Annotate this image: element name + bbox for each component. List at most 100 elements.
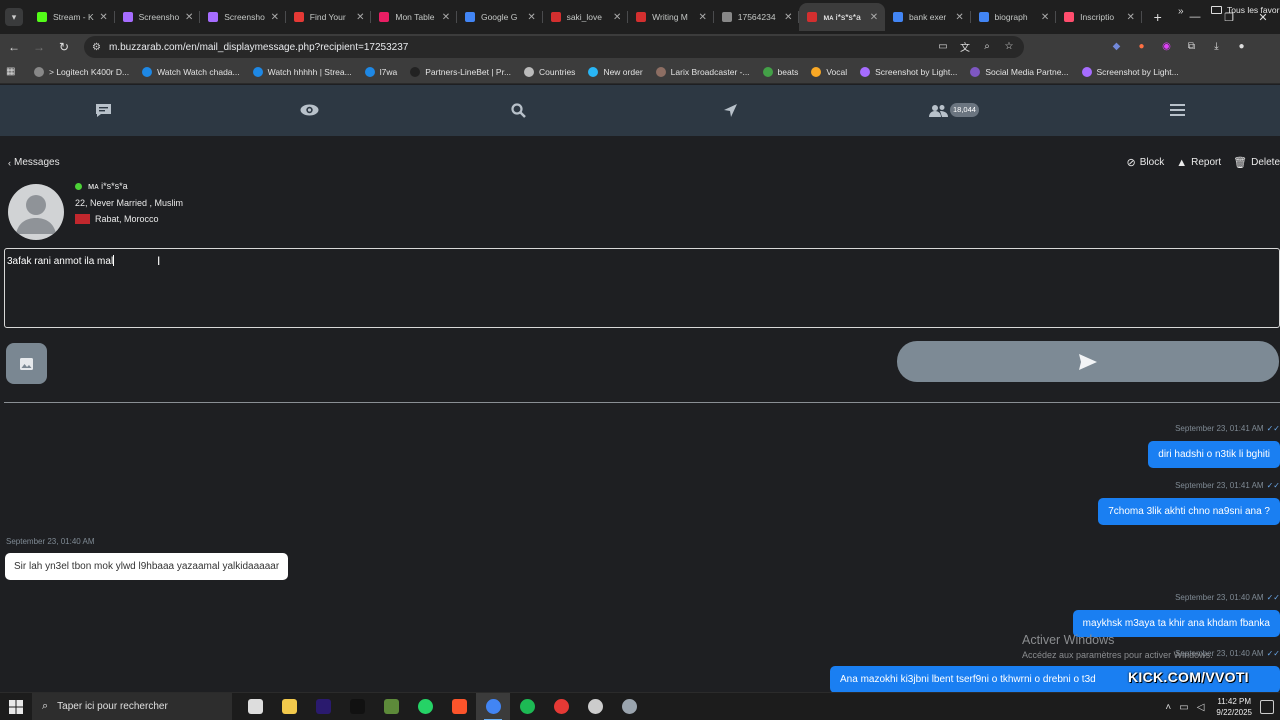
search-icon[interactable] [508,100,528,120]
members-icon[interactable] [928,100,948,120]
tab-close-icon[interactable]: ✕ [869,12,879,23]
bookmark-item[interactable]: Social Media Partne... [970,66,1069,77]
extensions-icon[interactable]: ⧉ [1183,38,1200,55]
tab-close-icon[interactable]: ✕ [527,12,537,23]
browser-tab-active[interactable]: ᴍᴀ i*s*s*a ✕ [799,3,885,31]
taskbar-app-minecraft[interactable] [374,693,408,720]
activate-windows-subtitle: Accédez aux paramètres pour activer Wind… [1022,650,1213,660]
browser-tab[interactable]: Inscriptio ✕ [1056,3,1142,31]
taskbar-app-chrome[interactable] [476,692,510,720]
install-app-icon[interactable]: ▭ [936,39,950,53]
browser-tab[interactable]: 17564234 ✕ [714,3,800,31]
tab-close-icon[interactable]: ✕ [1126,12,1136,23]
outgoing-message-bubble[interactable]: 7choma 3lik akhti chno na9sni ana ? [1098,498,1280,525]
bookmark-item[interactable]: Watch hhhhh | Strea... [252,66,352,77]
browser-tab[interactable]: Writing M ✕ [628,3,714,31]
browser-tab[interactable]: saki_love ✕ [543,3,629,31]
tab-close-icon[interactable]: ✕ [441,12,451,23]
spotify-icon [519,699,535,714]
browser-tab[interactable]: Screensho ✕ [200,3,286,31]
tab-close-icon[interactable]: ✕ [783,12,793,23]
avatar[interactable] [8,184,64,240]
block-button[interactable]: ⊘ Block [1127,156,1165,169]
windows-start-icon[interactable] [0,693,32,720]
address-bar[interactable]: ⚙ m.buzzarab.com/en/mail_displaymessage.… [84,36,1024,58]
tab-close-icon[interactable]: ✕ [184,12,194,23]
bookmark-item[interactable]: Vocal [811,66,847,77]
tab-close-icon[interactable]: ✕ [270,12,280,23]
browser-tab[interactable]: Google G ✕ [457,3,543,31]
bookmark-label: > Logitech K400r D... [49,66,130,77]
browser-tab[interactable]: Stream - K ✕ [29,3,115,31]
tab-close-icon[interactable]: ✕ [355,12,365,23]
bookmark-item[interactable]: Watch Watch chada... [142,66,240,77]
tab-close-icon[interactable]: ✕ [955,12,965,23]
taskbar-app-spotify[interactable] [510,693,544,720]
visitors-eye-icon[interactable] [299,100,319,120]
browser-tab[interactable]: Screensho ✕ [115,3,201,31]
taskbar-app-brave[interactable] [442,693,476,720]
taskbar-app-task-view[interactable] [238,693,272,720]
site-info-icon[interactable]: ⚙ [92,42,101,53]
browser-tab[interactable]: biograph ✕ [971,3,1057,31]
browser-tab[interactable]: bank exer ✕ [885,3,971,31]
tab-close-icon[interactable]: ✕ [612,12,622,23]
bookmark-item[interactable]: New order [588,66,643,77]
taskbar-app-whatsapp[interactable] [408,693,442,720]
volume-icon[interactable]: ◁ [1197,702,1205,713]
taskbar-app-steam[interactable] [612,693,646,720]
all-bookmarks-folder[interactable]: Tous les favoris [1211,5,1280,15]
bookmark-item[interactable]: beats [762,66,798,77]
delete-button[interactable]: 🗑 Delete [1233,156,1280,169]
taskbar-clock[interactable]: 11:42 PM 9/22/2025 [1216,696,1252,718]
extension-discord-icon[interactable]: ◆ [1108,38,1125,55]
tab-close-icon[interactable]: ✕ [698,12,708,23]
outgoing-message-bubble[interactable]: diri hadshi o n3tik li bghiti [1148,441,1280,468]
profile-icon[interactable]: ● [1233,38,1250,55]
forward-icon[interactable]: → [28,36,50,58]
back-icon[interactable]: ← [3,36,25,58]
incoming-message-bubble[interactable]: Sir lah yn3el tbon mok ylwd l9hbaaa yaza… [5,553,289,580]
bookmark-star-icon[interactable]: ☆ [1002,39,1016,53]
extension-fire-icon[interactable]: ● [1133,38,1150,55]
zoom-icon[interactable]: ⌕ [980,39,994,53]
browser-tab[interactable]: Mon Table ✕ [371,3,457,31]
read-ticks-icon: ✓✓ [1266,593,1280,602]
bookmark-item[interactable]: l7wa [364,66,397,77]
translate-icon[interactable]: 文 [958,39,972,54]
bookmark-item[interactable]: Screenshot by Light... [860,66,957,77]
send-button[interactable] [897,341,1279,382]
taskbar-app-obs[interactable] [578,693,612,720]
network-icon[interactable]: ▭ [1179,702,1188,713]
tray-overflow-icon[interactable]: ˄ [1165,702,1171,713]
reload-icon[interactable]: ↻ [53,36,75,58]
taskbar-app-tiktok[interactable] [340,693,374,720]
bookmark-item[interactable]: Partners-LineBet | Pr... [410,66,511,77]
taskbar-search-box[interactable]: ⌕ Taper ici pour rechercher [32,692,232,720]
bookmark-item[interactable]: > Logitech K400r D... [34,66,130,77]
tab-search-icon[interactable]: ▾ [5,8,23,26]
bookmarks-overflow-icon[interactable]: » [1178,6,1184,17]
messages-icon[interactable] [93,100,113,120]
tab-close-icon[interactable]: ✕ [1040,12,1050,23]
taskbar-app-premiere-pro[interactable] [306,693,340,720]
attach-image-button[interactable] [6,343,47,384]
taskbar-app-recorder[interactable] [544,693,578,720]
bookmark-item[interactable]: Countries [524,66,575,77]
message-textarea[interactable]: 3afak rani anmot ila mal I [4,248,1280,328]
back-to-messages-link[interactable]: ‹ Messages [8,157,60,168]
notifications-icon[interactable] [1260,700,1274,714]
bookmark-item[interactable]: Larix Broadcaster -... [655,66,750,77]
menu-hamburger-icon[interactable] [1167,100,1187,120]
browser-tab[interactable]: Find Your ✕ [286,3,372,31]
report-button[interactable]: ▲ Report [1176,156,1221,169]
bookmark-item[interactable]: Screenshot by Light... [1081,66,1179,77]
apps-grid-icon[interactable]: ▦ [6,66,22,77]
tab-close-icon[interactable]: ✕ [99,12,109,23]
profile-name-row[interactable]: ᴍᴀ i*s*s*a [75,181,128,191]
nearby-arrow-icon[interactable] [720,100,740,120]
new-tab-icon[interactable]: + [1148,9,1168,25]
taskbar-app-file-explorer[interactable] [272,693,306,720]
extension-shield-icon[interactable]: ◉ [1158,38,1175,55]
download-icon[interactable]: ⤓ [1208,38,1225,55]
